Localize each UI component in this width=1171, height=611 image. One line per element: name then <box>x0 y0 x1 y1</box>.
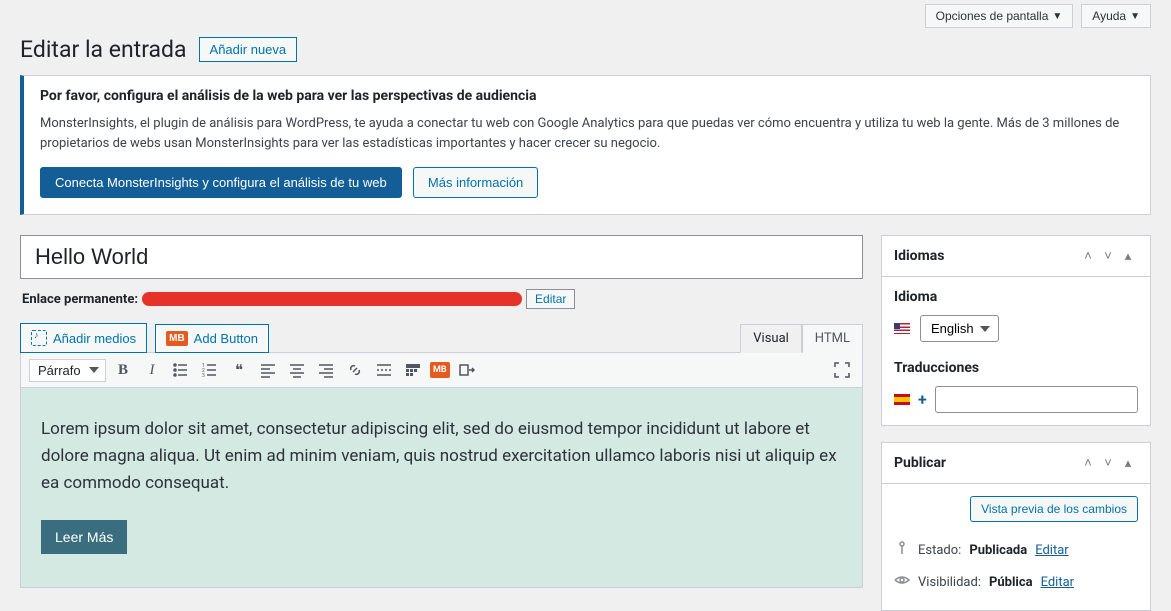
permalink-redacted <box>142 292 522 306</box>
visibility-label: Visibilidad: <box>918 575 981 590</box>
format-select[interactable]: Párrafo <box>29 359 106 382</box>
content-paragraph: Lorem ipsum dolor sit amet, consectetur … <box>41 416 842 498</box>
fullscreen-button[interactable] <box>830 358 854 382</box>
toggle-icon[interactable]: ▴ <box>1118 246 1138 266</box>
translation-input[interactable] <box>935 386 1138 413</box>
bullet-list-button[interactable] <box>169 358 193 382</box>
help-button[interactable]: Ayuda ▼ <box>1081 4 1151 28</box>
add-button-button[interactable]: MB Add Button <box>155 324 269 353</box>
move-down-icon[interactable]: ˅ <box>1098 246 1118 266</box>
tab-html[interactable]: HTML <box>802 324 863 353</box>
align-right-button[interactable] <box>314 358 338 382</box>
add-media-label: Añadir medios <box>53 331 136 346</box>
align-left-button[interactable] <box>256 358 280 382</box>
permalink-label: Enlace permanente: <box>22 292 138 307</box>
italic-button[interactable]: I <box>140 358 164 382</box>
readmore-link-button[interactable]: Leer Más <box>41 520 127 554</box>
eye-icon <box>894 572 910 592</box>
add-new-button[interactable]: Añadir nueva <box>199 37 298 62</box>
screen-options-button[interactable]: Opciones de pantalla ▼ <box>925 4 1074 28</box>
mb-toolbar-button[interactable]: MB <box>430 362 450 378</box>
svg-text:3: 3 <box>202 373 205 378</box>
publish-metabox: Publicar ˄ ˅ ▴ Vista previa de los cambi… <box>881 442 1151 611</box>
notice-body: MonsterInsights, el plugin de análisis p… <box>40 114 1134 153</box>
notice-monsterinsights: Por favor, configura el análisis de la w… <box>20 75 1151 215</box>
add-translation-button[interactable]: + <box>918 390 927 409</box>
languages-metabox: Idiomas ˄ ˅ ▴ Idioma English Traduccione… <box>881 235 1151 426</box>
link-button[interactable] <box>343 358 367 382</box>
dropdown-icon: ▼ <box>1130 11 1140 22</box>
tab-visual[interactable]: Visual <box>740 324 802 353</box>
dropdown-icon: ▼ <box>1052 11 1062 22</box>
toolbar-toggle-button[interactable] <box>401 358 425 382</box>
align-center-button[interactable] <box>285 358 309 382</box>
post-title-input[interactable] <box>20 235 863 279</box>
add-media-button[interactable]: Añadir medios <box>20 323 147 353</box>
numbered-list-button[interactable]: 123 <box>198 358 222 382</box>
blockquote-button[interactable]: ❝ <box>227 358 251 382</box>
status-value: Publicada <box>969 543 1027 558</box>
page-title: Editar la entrada <box>20 36 187 63</box>
languages-title: Idiomas <box>894 248 1078 264</box>
move-up-icon[interactable]: ˄ <box>1078 246 1098 266</box>
language-label: Idioma <box>894 289 1138 305</box>
visibility-value: Pública <box>989 575 1033 590</box>
screen-options-label: Opciones de pantalla <box>936 9 1049 23</box>
edit-visibility-link[interactable]: Editar <box>1041 575 1075 590</box>
move-down-icon[interactable]: ˅ <box>1098 453 1118 473</box>
flag-us-icon <box>894 323 910 334</box>
export-icon[interactable] <box>455 358 479 382</box>
media-icon <box>31 330 47 346</box>
move-up-icon[interactable]: ˄ <box>1078 453 1098 473</box>
status-label: Estado: <box>918 543 961 558</box>
notice-title: Por favor, configura el análisis de la w… <box>40 88 1134 104</box>
editor-content[interactable]: Lorem ipsum dolor sit amet, consectetur … <box>20 388 863 588</box>
flag-es-icon <box>894 394 910 405</box>
translations-label: Traducciones <box>894 360 1138 376</box>
toggle-icon[interactable]: ▴ <box>1118 453 1138 473</box>
add-button-label: Add Button <box>194 331 258 346</box>
edit-slug-button[interactable]: Editar <box>526 289 575 309</box>
editor-toolbar: Párrafo B I 123 ❝ MB <box>20 352 863 388</box>
pin-icon <box>894 540 910 560</box>
help-label: Ayuda <box>1092 9 1126 23</box>
mb-badge-icon: MB <box>166 331 188 346</box>
readmore-button[interactable] <box>372 358 396 382</box>
bold-button[interactable]: B <box>111 358 135 382</box>
edit-status-link[interactable]: Editar <box>1035 543 1069 558</box>
preview-changes-button[interactable]: Vista previa de los cambios <box>970 496 1138 522</box>
language-select[interactable]: English <box>920 315 999 342</box>
publish-title: Publicar <box>894 455 1078 471</box>
more-info-button[interactable]: Más información <box>413 167 538 198</box>
connect-monsterinsights-button[interactable]: Conecta MonsterInsights y configura el a… <box>40 167 402 198</box>
